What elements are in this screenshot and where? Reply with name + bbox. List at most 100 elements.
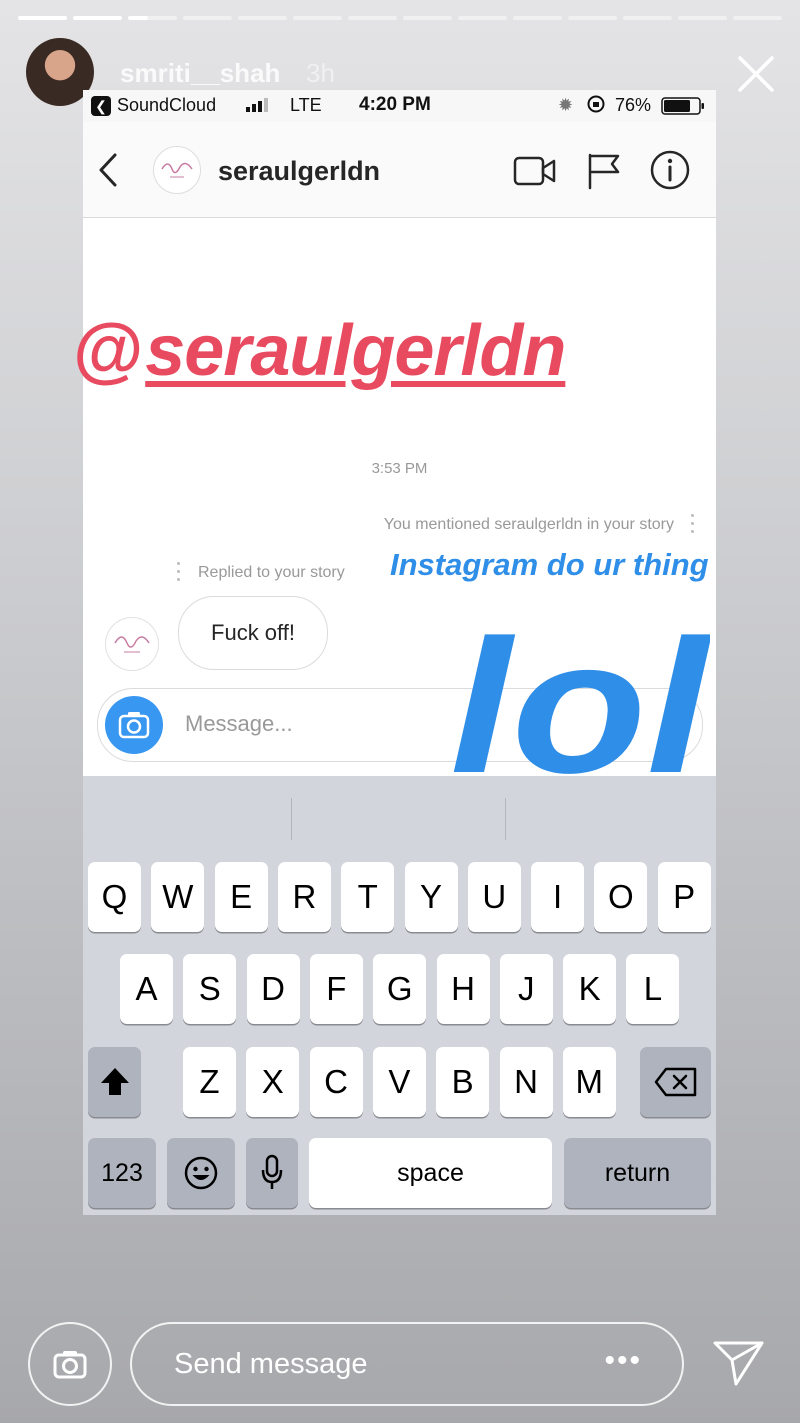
replied-notice: Replied to your story bbox=[198, 564, 345, 581]
backspace-icon bbox=[654, 1067, 696, 1097]
flag-icon[interactable] bbox=[586, 152, 622, 190]
shift-key[interactable] bbox=[88, 1047, 141, 1117]
emoji-icon bbox=[184, 1156, 218, 1190]
shift-icon bbox=[100, 1068, 129, 1095]
key-d[interactable]: D bbox=[246, 954, 300, 1024]
battery-percent: 76% bbox=[615, 95, 652, 115]
chat-avatar[interactable] bbox=[153, 146, 201, 194]
key-y[interactable]: Y bbox=[404, 862, 458, 932]
battery-icon bbox=[661, 97, 704, 115]
key-e[interactable]: E bbox=[214, 862, 268, 932]
progress-segment bbox=[73, 16, 122, 20]
progress-segment bbox=[183, 16, 232, 20]
prediction-divider bbox=[505, 798, 506, 840]
camera-icon bbox=[53, 1351, 87, 1379]
orientation-lock-icon bbox=[587, 95, 605, 113]
back-chevron-icon[interactable] bbox=[97, 152, 119, 188]
lol-text: lol bbox=[450, 632, 710, 782]
key-o[interactable]: O bbox=[594, 862, 648, 932]
space-key[interactable]: space bbox=[309, 1138, 552, 1208]
progress-segment bbox=[458, 16, 507, 20]
microphone-icon bbox=[261, 1154, 283, 1189]
delete-key[interactable] bbox=[640, 1047, 711, 1117]
key-h[interactable]: H bbox=[436, 954, 490, 1024]
direct-send-icon[interactable] bbox=[712, 1338, 766, 1388]
emoji-key[interactable] bbox=[167, 1138, 235, 1208]
mention-username: seraulgerldn bbox=[145, 311, 566, 391]
key-b[interactable]: B bbox=[436, 1047, 490, 1117]
mention-sticker[interactable]: @seraulgerldn bbox=[72, 310, 566, 392]
message-input[interactable]: Message... bbox=[185, 711, 293, 737]
progress-segment bbox=[623, 16, 672, 20]
key-p[interactable]: P bbox=[657, 862, 711, 932]
key-l[interactable]: L bbox=[626, 954, 680, 1024]
progress-segment bbox=[128, 16, 177, 20]
message-bubble[interactable]: Fuck off! bbox=[178, 596, 328, 670]
message-text: Fuck off! bbox=[211, 620, 295, 645]
story-time-ago: 3h bbox=[306, 58, 335, 88]
key-i[interactable]: I bbox=[531, 862, 585, 932]
brand-logo-icon bbox=[161, 162, 193, 178]
progress-segment bbox=[348, 16, 397, 20]
mention-at-sign: @ bbox=[72, 311, 142, 391]
key-x[interactable]: X bbox=[246, 1047, 300, 1117]
progress-segment bbox=[513, 16, 562, 20]
story-username[interactable]: smriti__shah bbox=[120, 58, 280, 89]
progress-segment bbox=[568, 16, 617, 20]
progress-segment bbox=[238, 16, 287, 20]
text-sticker[interactable]: Instagram do ur thing bbox=[390, 547, 709, 583]
close-icon[interactable] bbox=[732, 50, 780, 98]
send-message-input[interactable]: Send message ••• bbox=[130, 1322, 684, 1406]
dictation-key[interactable] bbox=[246, 1138, 298, 1208]
activity-spinner-icon: ✹ bbox=[558, 95, 574, 115]
numbers-key[interactable]: 123 bbox=[88, 1138, 156, 1208]
progress-segment bbox=[678, 16, 727, 20]
key-a[interactable]: A bbox=[120, 954, 173, 1024]
info-icon[interactable] bbox=[649, 149, 691, 191]
status-bar: ❮ SoundCloud LTE 4:20 PM ✹ 76% bbox=[83, 90, 716, 122]
back-app-name: SoundCloud bbox=[117, 95, 217, 115]
composer-camera-button[interactable] bbox=[105, 696, 163, 754]
key-f[interactable]: F bbox=[309, 954, 363, 1024]
return-key[interactable]: return bbox=[564, 1138, 711, 1208]
send-message-placeholder: Send message bbox=[174, 1348, 368, 1380]
key-u[interactable]: U bbox=[467, 862, 521, 932]
key-j[interactable]: J bbox=[499, 954, 553, 1024]
more-options-icon[interactable] bbox=[177, 562, 181, 586]
network-type: LTE bbox=[290, 95, 322, 115]
prediction-divider bbox=[291, 798, 292, 840]
key-m[interactable]: M bbox=[562, 1047, 616, 1117]
brand-logo-icon bbox=[114, 636, 150, 653]
key-n[interactable]: N bbox=[499, 1047, 553, 1117]
more-options-icon[interactable] bbox=[691, 514, 695, 538]
message-timestamp: 3:53 PM bbox=[371, 460, 428, 477]
mention-notice: You mentioned seraulgerldn in your story bbox=[383, 516, 674, 533]
lol-sticker[interactable]: lol bbox=[450, 632, 710, 782]
key-w[interactable]: W bbox=[151, 862, 205, 932]
key-q[interactable]: Q bbox=[88, 862, 141, 932]
key-r[interactable]: R bbox=[277, 862, 331, 932]
back-to-app-icon: ❮ bbox=[91, 96, 111, 116]
chat-username[interactable]: seraulgerldn bbox=[218, 156, 380, 187]
key-v[interactable]: V bbox=[372, 1047, 426, 1117]
key-k[interactable]: K bbox=[563, 954, 617, 1024]
progress-segment bbox=[733, 16, 782, 20]
key-t[interactable]: T bbox=[341, 862, 395, 932]
chat-header: seraulgerldn bbox=[83, 122, 716, 218]
key-z[interactable]: Z bbox=[183, 1047, 236, 1117]
keyboard: QWERTYUIOP ASDFGHJKL ZXCVBNM 123 space ret… bbox=[83, 776, 716, 1215]
key-c[interactable]: C bbox=[309, 1047, 363, 1117]
sender-avatar[interactable] bbox=[105, 617, 159, 671]
key-s[interactable]: S bbox=[183, 954, 237, 1024]
signal-icon bbox=[246, 98, 268, 112]
status-time: 4:20 PM bbox=[359, 94, 431, 115]
video-call-icon[interactable] bbox=[513, 154, 557, 188]
story-progress-bar bbox=[18, 16, 782, 20]
story-camera-button[interactable] bbox=[28, 1322, 112, 1406]
progress-segment bbox=[293, 16, 342, 20]
more-options-icon[interactable]: ••• bbox=[604, 1344, 642, 1378]
camera-icon bbox=[118, 712, 150, 739]
key-g[interactable]: G bbox=[373, 954, 427, 1024]
progress-segment bbox=[403, 16, 452, 20]
progress-segment bbox=[18, 16, 67, 20]
